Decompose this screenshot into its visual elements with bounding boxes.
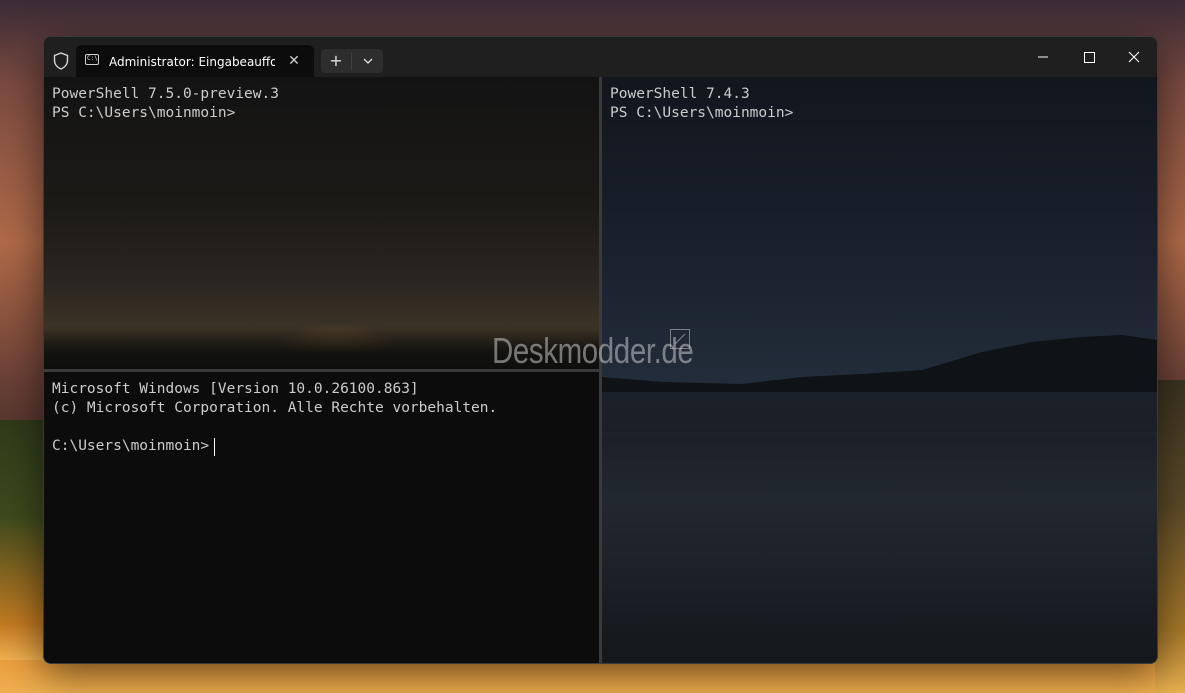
terminal-line: (c) Microsoft Corporation. Alle Rechte v…: [52, 400, 498, 416]
terminal-prompt: C:\Users\moinmoin>: [52, 438, 210, 454]
minimize-icon: [1038, 56, 1048, 58]
close-tab-button[interactable]: ✕: [283, 51, 305, 71]
close-icon: [1128, 51, 1140, 63]
new-tab-button[interactable]: +: [321, 49, 351, 73]
shield-icon: [53, 52, 69, 70]
terminal-line: PowerShell 7.5.0-preview.3: [52, 86, 279, 102]
close-window-button[interactable]: [1111, 37, 1157, 77]
watermark: Deskmodder.de: [492, 330, 694, 371]
chevron-down-icon: [363, 58, 372, 64]
terminal-line: PowerShell 7.4.3: [610, 86, 750, 102]
tab-controls: +: [321, 49, 383, 73]
watermark-logo-icon: [670, 329, 690, 349]
pane-command-prompt[interactable]: Microsoft Windows [Version 10.0.26100.86…: [44, 372, 599, 663]
terminal-prompt: PS C:\Users\moinmoin>: [52, 105, 236, 121]
terminal-line: Microsoft Windows [Version 10.0.26100.86…: [52, 381, 419, 397]
maximize-icon: [1084, 52, 1095, 63]
tab-administrator[interactable]: C:\ Administrator: Eingabeaufforderung ✕: [76, 45, 314, 77]
terminal-prompt: PS C:\Users\moinmoin>: [610, 105, 794, 121]
minimize-button[interactable]: [1020, 37, 1066, 77]
text-cursor: [214, 438, 215, 456]
desktop-wallpaper-right: [1155, 380, 1185, 693]
maximize-button[interactable]: [1066, 37, 1112, 77]
cmd-icon: C:\: [85, 54, 99, 65]
cmd-icon-text: C:\: [87, 55, 98, 62]
tab-title: Administrator: Eingabeaufforderung: [109, 55, 275, 69]
profile-dropdown-button[interactable]: [352, 49, 383, 73]
title-bar[interactable]: C:\ Administrator: Eingabeaufforderung ✕…: [44, 37, 1157, 77]
desktop-wallpaper-left: [0, 420, 45, 660]
